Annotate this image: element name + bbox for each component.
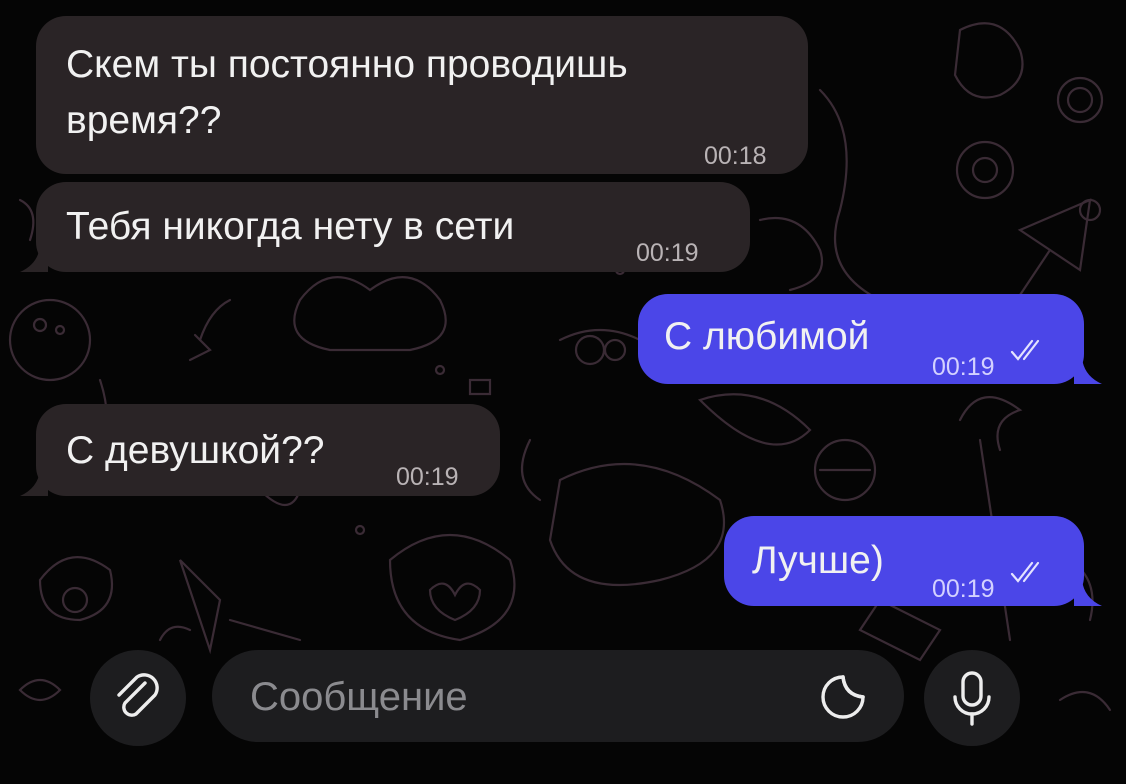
bubble-tail [1074,580,1102,606]
message-time: 00:19 [932,575,995,603]
message-text: Тебя никогда нету в сети [66,205,515,248]
bubble-tail [20,470,48,496]
message-bubble-outgoing[interactable]: С любимой 00:19 [638,294,1084,384]
message-text: время?? [66,99,222,142]
message-time: 00:19 [932,353,995,381]
bubble-tail [1074,358,1102,384]
message-bubble-incoming[interactable]: С девушкой?? 00:19 [36,404,500,496]
bubble-tail [20,246,48,272]
paperclip-icon [117,673,159,717]
sticker-icon[interactable] [818,672,868,722]
message-bubble-incoming[interactable]: Скем ты постоянно проводишь время?? 00:1… [36,16,808,174]
message-input[interactable] [248,668,792,726]
attach-button[interactable] [90,650,186,746]
message-text: С любимой [664,315,870,358]
message-time: 00:19 [396,463,459,491]
message-time: 00:18 [704,142,767,170]
message-text: Скем ты постоянно проводишь [66,43,628,86]
message-composer [212,650,904,742]
read-receipt-icon [1010,339,1040,361]
message-bubble-outgoing[interactable]: Лучше) 00:19 [724,516,1084,606]
message-text: С девушкой?? [66,429,325,472]
message-bubble-incoming[interactable]: Тебя никогда нету в сети 00:19 [36,182,750,272]
microphone-icon [953,671,991,726]
message-time: 00:19 [636,239,699,267]
voice-message-button[interactable] [924,650,1020,746]
message-text: Лучше) [752,539,884,582]
read-receipt-icon [1010,561,1040,583]
